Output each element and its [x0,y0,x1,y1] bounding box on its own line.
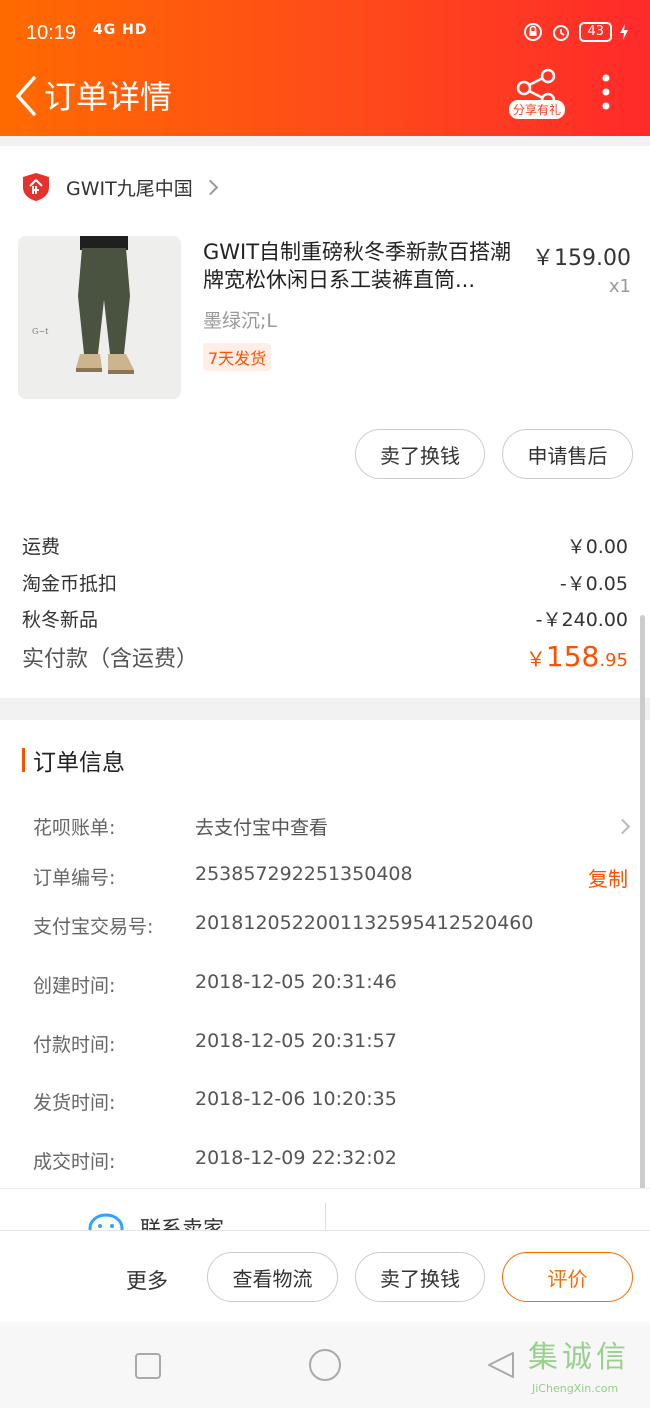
created-time-row: 创建时间: 2018-12-05 20:31:46 [33,971,628,998]
info-label: 创建时间: [33,975,116,997]
info-value: 2018-12-05 20:31:57 [195,1030,397,1052]
contact-seller-label: 联系卖家 [140,1217,224,1230]
page-title: 订单详情 [44,78,173,116]
charging-icon [620,24,628,40]
chat-bubble-icon [88,1213,124,1230]
shipped-time-row: 发货时间: 2018-12-06 10:20:35 [33,1088,628,1115]
order-info-title: 订单信息 [33,750,125,776]
home-icon[interactable] [308,1348,342,1382]
order-info-header: 订单信息 [22,745,125,776]
pants-photo: G~t [18,236,181,399]
fee-value: ￥0.00 [566,536,628,558]
status-bar: 10:19 4G HD 43 [0,0,650,66]
share-reward-badge[interactable]: 分享有礼 [509,100,566,119]
info-value: 去支付宝中查看 [195,817,329,839]
info-value: 2018-12-09 22:32:02 [195,1147,397,1169]
section-accent-bar [22,748,25,772]
total-label: 实付款（含运费） [22,647,199,672]
order-number-row: 订单编号: 253857292251350408 复制 [33,863,628,892]
total-decimal: .95 [599,650,628,671]
product-image[interactable]: G~t [18,236,181,399]
fee-value: -￥0.05 [559,573,628,595]
fee-label: 运费 [22,536,61,558]
info-label: 花呗账单: [33,817,116,839]
alarm-icon [553,25,570,41]
info-label: 付款时间: [33,1034,116,1056]
system-nav-bar: 集诚信 JiChengXin.com [0,1322,650,1408]
review-button[interactable]: 评价 [502,1252,633,1302]
contact-seller-button[interactable]: 联系卖家 [88,1213,224,1230]
more-actions-button[interactable]: 更多 [126,1265,168,1295]
order-info-card [0,720,650,1188]
total-currency: ￥ [525,647,546,671]
contact-bar: 联系卖家 [0,1188,650,1230]
battery-level: 43 [579,22,612,42]
sell-for-cash-button-bottom[interactable]: 卖了换钱 [355,1252,485,1302]
fee-row-shipping: 运费 ￥0.00 [22,532,628,559]
back-arrow-icon[interactable] [12,74,42,118]
divider [325,1203,326,1230]
chevron-right-icon [614,818,631,835]
status-time: 10:19 [26,22,77,44]
copy-button[interactable]: 复制 [588,863,628,892]
product-sku: 墨绿沉;L [203,310,277,332]
info-label: 发货时间: [33,1092,116,1114]
deal-time-row: 成交时间: 2018-12-09 22:32:02 [33,1147,628,1174]
fee-label: 淘金币抵扣 [22,573,118,595]
shop-name: GWIT九尾中国 [66,177,193,200]
huabei-bill-row[interactable]: 花呗账单: 去支付宝中查看 [33,813,631,840]
fee-row-coin-discount: 淘金币抵扣 -￥0.05 [22,569,628,596]
fee-label: 秋冬新品 [22,609,99,631]
fee-value: -￥240.00 [535,609,628,631]
nav-bar: 订单详情 分享有礼 [0,66,650,136]
info-label: 支付宝交易号: [33,916,154,938]
app-header: 10:19 4G HD 43 订单详情 分享有礼 [0,0,650,136]
status-icons: 43 [523,22,628,42]
product-price: ￥159.00 [532,246,631,271]
more-menu-icon[interactable] [596,72,616,112]
fee-row-promo: 秋冬新品 -￥240.00 [22,605,628,632]
watermark-text: 集诚信 [528,1340,630,1375]
alipay-trade-row: 支付宝交易号: 2018120522001132595412520460 [33,912,628,939]
product-title[interactable]: GWIT自制重磅秋冬季新款百搭潮牌宽松休闲日系工装裤直筒... [203,238,521,294]
request-after-sale-button[interactable]: 申请售后 [502,429,633,479]
view-logistics-button[interactable]: 查看物流 [207,1252,338,1302]
total-paid-row: 实付款（含运费） ￥158.95 [22,640,628,673]
svg-text:G~t: G~t [32,327,49,336]
info-value: 2018-12-06 10:20:35 [195,1088,397,1110]
site-watermark: 集诚信 JiChengXin.com [528,1332,646,1400]
recent-apps-icon[interactable] [134,1352,162,1380]
info-value: 2018-12-05 20:31:46 [195,971,397,993]
paid-time-row: 付款时间: 2018-12-05 20:31:57 [33,1030,628,1057]
scrollbar[interactable] [640,615,645,1190]
info-value: 2018120522001132595412520460 [195,912,534,934]
sell-for-cash-button[interactable]: 卖了换钱 [355,429,485,479]
network-indicator: 4G HD [93,22,148,38]
chevron-right-icon [202,179,219,195]
order-number: 253857292251350408 [195,863,413,885]
watermark-url: JiChengXin.com [532,1382,619,1395]
total-integer: 158 [545,640,600,673]
enterprise-shop-icon [23,173,49,201]
info-label: 订单编号: [33,867,116,889]
product-quantity: x1 [608,276,631,297]
shipping-tag: 7天发货 [203,343,272,371]
lock-icon [524,23,543,41]
back-triangle-icon[interactable] [486,1350,516,1380]
shop-link[interactable]: GWIT九尾中国 [22,172,219,202]
total-amount: ￥158.95 [526,640,628,673]
info-label: 成交时间: [33,1151,116,1173]
